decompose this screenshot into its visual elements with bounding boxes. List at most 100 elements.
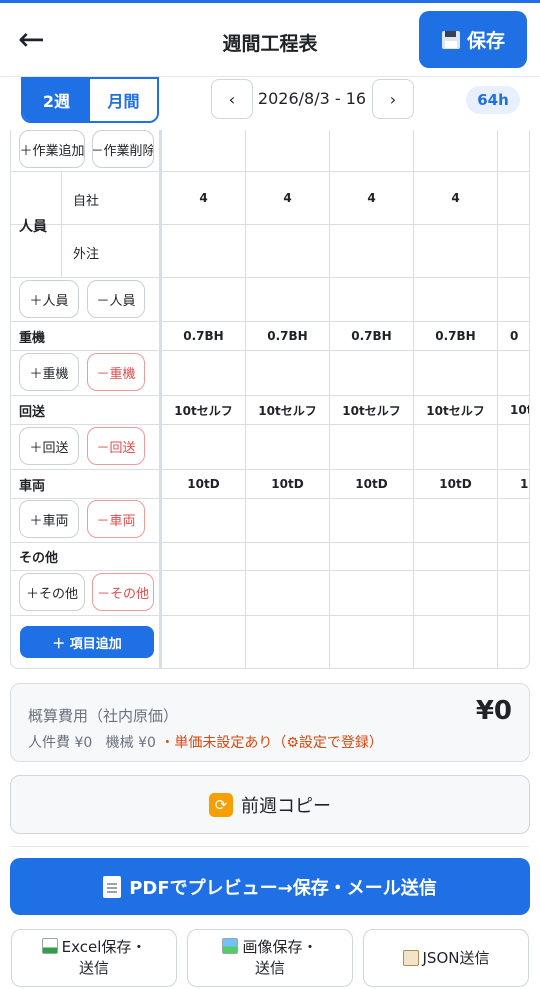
transport-cell[interactable]: 10tセルフ — [161, 396, 245, 424]
vehicles-label: 車両 — [19, 478, 46, 494]
outsourced-staff-label: 外注 — [73, 247, 100, 262]
chevron-left-icon: ‹ — [228, 89, 236, 109]
personnel-own-row: 自社 4 4 4 4 — [11, 172, 529, 278]
image-export-button[interactable]: 画像保存・ 送信 — [187, 929, 353, 987]
add-personnel-button[interactable]: ＋人員 — [19, 280, 79, 318]
transport-cell[interactable]: 10tセルフ — [329, 396, 413, 424]
own-staff-cell[interactable]: 4 — [161, 172, 245, 224]
grid-cell[interactable] — [245, 130, 329, 171]
personnel-actions-row: ＋人員 －人員 — [11, 278, 529, 322]
add-other-button[interactable]: ＋その他 — [19, 573, 85, 611]
vehicles-cell[interactable]: 10tD — [413, 470, 497, 498]
image-label-line1: 画像保存・ — [242, 938, 318, 956]
heavy-machinery-cell[interactable]: 0.7BH — [245, 322, 329, 350]
vehicles-cell[interactable]: 10tD — [329, 470, 413, 498]
excel-label-line2: 送信 — [78, 959, 109, 977]
remove-transport-button[interactable]: －回送 — [87, 427, 145, 465]
copy-previous-week-label: 前週コピー — [241, 795, 331, 817]
heavy-machinery-cell[interactable]: 0.7BH — [161, 322, 245, 350]
grid-cell[interactable] — [161, 130, 245, 171]
transport-cell[interactable]: 10tセルフ — [413, 396, 497, 424]
vehicles-cell[interactable]: 1 — [497, 470, 529, 498]
vehicles-actions-row: ＋車両 －車両 — [11, 499, 529, 543]
divider — [10, 846, 530, 847]
view-toggle: 2週 月間 — [21, 77, 159, 123]
pdf-preview-button[interactable]: PDFでプレビュー→保存・メール送信 — [10, 858, 530, 915]
unit-price-warning[interactable]: ・単価未設定あり（⚙設定で登録） — [160, 735, 383, 751]
others-cell[interactable] — [161, 543, 245, 570]
others-cell[interactable] — [413, 543, 497, 570]
total-hours-badge: 64h — [466, 86, 520, 114]
add-heavy-machinery-button[interactable]: ＋重機 — [19, 353, 79, 391]
grid-cell[interactable] — [497, 130, 529, 171]
clipboard-icon — [402, 950, 419, 966]
transport-cell[interactable]: 10tセルフ — [245, 396, 329, 424]
remove-personnel-button[interactable]: －人員 — [87, 280, 145, 318]
cost-breakdown: 人件費 ¥0 機械 ¥0 ・単価未設定あり（⚙設定で登録） — [28, 732, 383, 752]
picture-icon — [222, 938, 239, 954]
document-icon — [103, 875, 122, 898]
cost-estimate-card: 概算費用（社内原価） ¥0 人件費 ¥0 機械 ¥0 ・単価未設定あり（⚙設定で… — [10, 683, 530, 762]
prev-period-button[interactable]: ‹ — [211, 79, 253, 119]
add-work-button[interactable]: ＋作業追加 — [19, 130, 85, 168]
cost-total: ¥0 — [475, 696, 512, 726]
transport-actions-row: ＋回送 －回送 — [11, 425, 529, 470]
remove-heavy-machinery-button[interactable]: －重機 — [87, 353, 145, 391]
vehicles-cell[interactable]: 10tD — [161, 470, 245, 498]
pdf-preview-label: PDFでプレビュー→保存・メール送信 — [129, 877, 437, 899]
transport-cell[interactable]: 10t — [497, 396, 529, 424]
outsourced-cell[interactable] — [413, 225, 497, 277]
heavy-machinery-cell[interactable]: 0.7BH — [329, 322, 413, 350]
heavy-machinery-label: 重機 — [19, 330, 46, 346]
outsourced-cell[interactable] — [161, 225, 245, 277]
repeat-icon: ⟳ — [209, 792, 233, 817]
bar-chart-icon — [41, 938, 58, 954]
heavy-machinery-cell[interactable]: 0 — [497, 322, 529, 350]
add-transport-button[interactable]: ＋回送 — [19, 427, 79, 465]
schedule-grid: ＋作業追加 －作業削除 自社 4 4 4 4 人員 外注 ＋人員 －人員 重機 … — [10, 130, 530, 669]
others-actions-row: ＋その他 －その他 — [11, 571, 529, 616]
own-staff-cell[interactable] — [497, 172, 529, 224]
json-send-button[interactable]: JSON送信 — [363, 929, 529, 987]
machine-cost: 機械 ¥0 — [105, 735, 156, 751]
remove-other-button[interactable]: －その他 — [92, 573, 154, 611]
floppy-disk-icon — [441, 30, 460, 49]
personnel-outsourced-row: 外注 — [11, 225, 529, 278]
outsourced-cell[interactable] — [329, 225, 413, 277]
next-period-button[interactable]: › — [372, 79, 414, 119]
add-item-button[interactable]: ＋ 項目追加 — [20, 626, 154, 658]
outsourced-cell[interactable] — [497, 225, 529, 277]
others-cell[interactable] — [497, 543, 529, 570]
view-2week-tab[interactable]: 2週 — [23, 79, 90, 121]
outsourced-cell[interactable] — [245, 225, 329, 277]
excel-label-line1: Excel保存・ — [61, 938, 147, 956]
heavy-machinery-row: 重機 0.7BH 0.7BH 0.7BH 0.7BH 0 — [11, 322, 529, 351]
grid-cell[interactable] — [413, 130, 497, 171]
chevron-right-icon: › — [389, 89, 397, 109]
work-actions-row: ＋作業追加 －作業削除 — [11, 130, 529, 172]
own-staff-cell[interactable]: 4 — [329, 172, 413, 224]
save-button[interactable]: 保存 — [419, 11, 527, 68]
date-range-label: 2026/8/3 - 16 — [257, 89, 367, 108]
own-staff-cell[interactable]: 4 — [413, 172, 497, 224]
vehicles-row: 車両 10tD 10tD 10tD 10tD 1 — [11, 470, 529, 499]
others-label: その他 — [19, 551, 59, 566]
remove-vehicle-button[interactable]: －車両 — [87, 500, 145, 538]
others-cell[interactable] — [329, 543, 413, 570]
remove-work-button[interactable]: －作業削除 — [92, 130, 154, 168]
excel-export-button[interactable]: Excel保存・ 送信 — [11, 929, 177, 987]
image-label-line2: 送信 — [254, 959, 285, 977]
heavy-machinery-cell[interactable]: 0.7BH — [413, 322, 497, 350]
others-cell[interactable] — [245, 543, 329, 570]
app-header: ← 週間工程表 保存 — [0, 3, 540, 77]
grid-cell[interactable] — [329, 130, 413, 171]
save-label: 保存 — [466, 30, 505, 52]
heavy-machinery-actions-row: ＋重機 －重機 — [11, 351, 529, 396]
copy-previous-week-button[interactable]: ⟳ 前週コピー — [10, 775, 530, 834]
vehicles-cell[interactable]: 10tD — [245, 470, 329, 498]
add-vehicle-button[interactable]: ＋車両 — [19, 500, 79, 538]
view-month-tab[interactable]: 月間 — [90, 79, 157, 121]
transport-label: 回送 — [19, 404, 46, 420]
own-staff-cell[interactable]: 4 — [245, 172, 329, 224]
others-row: その他 — [11, 543, 529, 571]
